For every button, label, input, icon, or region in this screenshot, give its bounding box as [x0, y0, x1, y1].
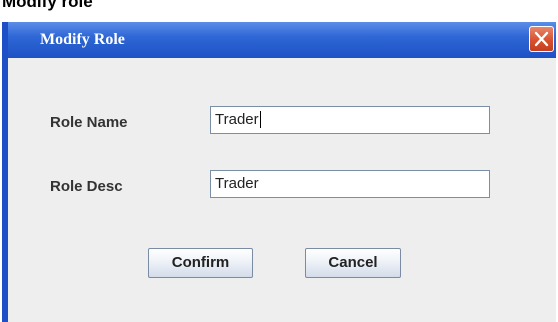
close-icon: [534, 31, 549, 47]
modify-role-dialog: Modify Role Role Name Trader Role Desc T…: [2, 17, 556, 322]
close-button[interactable]: [529, 26, 554, 52]
role-name-label: Role Name: [50, 114, 128, 131]
confirm-button[interactable]: Confirm: [148, 248, 253, 278]
role-desc-field[interactable]: Trader: [210, 170, 490, 198]
role-name-value: Trader: [215, 111, 259, 128]
dialog-title: Modify Role: [40, 31, 125, 48]
cancel-button[interactable]: Cancel: [305, 248, 401, 278]
dialog-titlebar[interactable]: Modify Role: [8, 22, 556, 58]
role-desc-label: Role Desc: [50, 178, 123, 195]
page-caption: Modify role: [2, 0, 93, 11]
text-caret: [259, 111, 261, 128]
role-name-field[interactable]: Trader: [210, 106, 490, 134]
dialog-body: Role Name Trader Role Desc Trader Confir…: [8, 58, 556, 322]
role-desc-value: Trader: [215, 175, 259, 192]
